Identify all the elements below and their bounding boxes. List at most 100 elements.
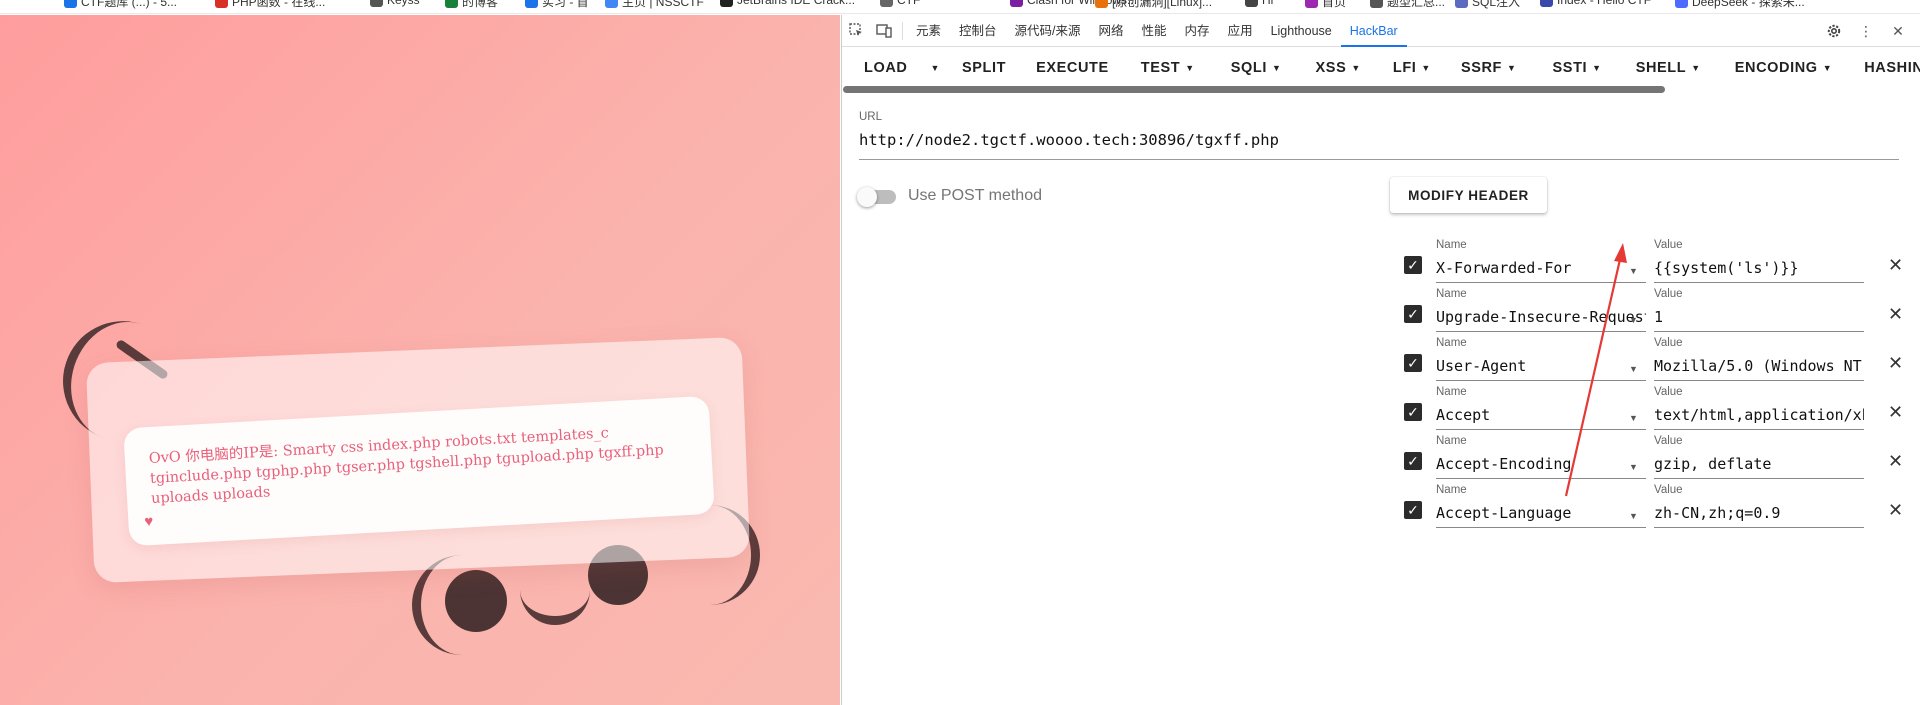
- header-value-input[interactable]: Mozilla/5.0 (Windows NT 10.0; Win64; x64…: [1654, 353, 1864, 381]
- face-mouth: [520, 585, 590, 625]
- bookmark-item[interactable]: CTF题库 (...) - 5...: [64, 0, 177, 10]
- bookmark-item[interactable]: DeepSeek - 探索未...: [1675, 0, 1805, 10]
- header-row: ✓ Name Accept ▼ Value text/html,application/x…: [1398, 384, 1908, 432]
- header-name-dropdown-icon[interactable]: ▼: [1629, 364, 1638, 374]
- remove-header-icon[interactable]: ✕: [1888, 304, 1903, 325]
- remove-header-icon[interactable]: ✕: [1888, 451, 1903, 472]
- header-enabled-checkbox[interactable]: ✓: [1404, 452, 1422, 470]
- header-row: ✓ Name Accept-Language ▼ Value zh-CN,zh;q=0.9…: [1398, 482, 1908, 530]
- header-value-input[interactable]: 1: [1654, 304, 1864, 332]
- devtools-tab[interactable]: 控制台: [950, 15, 1006, 47]
- devtools-tab[interactable]: 网络: [1090, 15, 1133, 47]
- header-name-input[interactable]: Accept-Language: [1436, 500, 1646, 528]
- modify-header-button[interactable]: MODIFY HEADER: [1390, 177, 1547, 213]
- toolbar-item[interactable]: LOAD ▼: [864, 48, 940, 88]
- toolbar-item[interactable]: ENCODING ▼: [1735, 48, 1832, 88]
- toolbar-item[interactable]: LFI ▼: [1393, 48, 1431, 88]
- remove-header-icon[interactable]: ✕: [1888, 255, 1903, 276]
- header-enabled-checkbox[interactable]: ✓: [1404, 403, 1422, 421]
- toolbar-item-label: SSRF: [1460, 60, 1503, 76]
- devtools-tab-bar: 元素 控制台 源代码/来源 网络 性能 内存 应用 Lighthouse HackBar ⋮ ✕: [842, 15, 1920, 47]
- toolbar-scrollbar-thumb[interactable]: [843, 86, 1665, 93]
- header-name-input[interactable]: Accept: [1436, 402, 1646, 430]
- header-name-dropdown-icon[interactable]: ▼: [1629, 511, 1638, 521]
- header-name-dropdown-icon[interactable]: ▼: [1629, 462, 1638, 472]
- header-name-input[interactable]: User-Agent: [1436, 353, 1646, 381]
- bookmark-label: [原创漏洞][Linux]...: [1112, 0, 1213, 9]
- header-value-input[interactable]: zh-CN,zh;q=0.9: [1654, 500, 1864, 528]
- header-enabled-checkbox[interactable]: ✓: [1404, 354, 1422, 372]
- devtools-tab[interactable]: HackBar: [1340, 15, 1407, 47]
- bookmark-favicon-icon: [64, 0, 77, 8]
- remove-header-icon[interactable]: ✕: [1888, 500, 1903, 521]
- header-name-label: Name: [1436, 386, 1467, 398]
- bookmark-item[interactable]: 首页: [1305, 0, 1346, 10]
- more-options-icon[interactable]: ⋮: [1852, 15, 1880, 47]
- header-name-dropdown-icon[interactable]: ▼: [1629, 413, 1638, 423]
- devtools-tab[interactable]: 源代码/来源: [1006, 15, 1090, 47]
- bookmark-item[interactable]: Keyss: [370, 0, 420, 7]
- header-name-dropdown-icon[interactable]: ▼: [1629, 315, 1638, 325]
- header-enabled-checkbox[interactable]: ✓: [1404, 305, 1422, 323]
- header-name-label: Name: [1436, 484, 1467, 496]
- bookmark-label: CTF题库 (...) - 5...: [81, 0, 177, 9]
- header-row: ✓ Name Accept-Encoding ▼ Value gzip, deflate ✕: [1398, 433, 1908, 481]
- header-enabled-checkbox[interactable]: ✓: [1404, 256, 1422, 274]
- bookmark-item[interactable]: PHP函数 - 在线...: [215, 0, 325, 10]
- bookmark-item[interactable]: JetBrains IDE Crack...: [720, 0, 855, 7]
- bookmark-item[interactable]: 的博客: [445, 0, 498, 10]
- dropdown-caret-icon: ▼: [1185, 63, 1195, 73]
- devtools-tab[interactable]: 性能: [1133, 15, 1176, 47]
- bookmark-favicon-icon: [720, 0, 733, 7]
- header-value-label: Value: [1654, 239, 1683, 251]
- header-value-input[interactable]: gzip, deflate: [1654, 451, 1864, 479]
- toolbar-item[interactable]: SSTI ▼: [1553, 48, 1602, 88]
- bookmark-item[interactable]: 题型汇总...: [1370, 0, 1445, 10]
- header-name-input[interactable]: Accept-Encoding: [1436, 451, 1646, 479]
- bookmark-item[interactable]: Index - Hello CTF: [1540, 0, 1651, 7]
- remove-header-icon[interactable]: ✕: [1888, 402, 1903, 423]
- bookmark-favicon-icon: [1095, 0, 1108, 8]
- bookmark-item[interactable]: [原创漏洞][Linux]...: [1095, 0, 1212, 10]
- bookmark-label: 的博客: [462, 0, 499, 9]
- header-name-input[interactable]: X-Forwarded-For: [1436, 255, 1646, 283]
- toolbar-item[interactable]: SSRF ▼: [1461, 48, 1517, 88]
- devtools-tab[interactable]: Lighthouse: [1262, 15, 1341, 47]
- header-row: ✓ Name X-Forwarded-For ▼ Value {{system('ls')…: [1398, 237, 1908, 285]
- bookmark-item[interactable]: 实习 - 首: [525, 0, 589, 10]
- header-value-input[interactable]: {{system('ls')}}: [1654, 255, 1864, 283]
- inspect-element-icon[interactable]: [842, 15, 870, 47]
- post-method-toggle[interactable]: [857, 187, 896, 207]
- bookmark-item[interactable]: CTF: [880, 0, 920, 7]
- bookmark-item[interactable]: SQL注入: [1455, 0, 1520, 10]
- dropdown-caret-icon: ▼: [1822, 63, 1833, 73]
- device-toolbar-icon[interactable]: [870, 15, 898, 47]
- header-name-input[interactable]: Upgrade-Insecure-Requests: [1436, 304, 1646, 332]
- devtools-tab[interactable]: 应用: [1219, 15, 1262, 47]
- toolbar-item[interactable]: SQLI ▼: [1231, 48, 1282, 88]
- toolbar-item[interactable]: XSS ▼: [1316, 48, 1361, 88]
- bookmark-item[interactable]: Hi: [1245, 0, 1273, 7]
- toolbar-item[interactable]: HASHING▼: [1864, 48, 1920, 88]
- bookmark-favicon-icon: [1305, 0, 1318, 8]
- toolbar-item[interactable]: SPLIT: [962, 48, 1006, 88]
- toolbar-item[interactable]: TEST ▼: [1141, 48, 1195, 88]
- bookmark-label: 首页: [1322, 0, 1347, 9]
- toolbar-item[interactable]: EXECUTE: [1036, 48, 1109, 88]
- devtools-tab[interactable]: 内存: [1176, 15, 1219, 47]
- bookmark-label: SQL注入: [1472, 0, 1521, 9]
- header-value-input[interactable]: text/html,application/xhtml+xml: [1654, 402, 1864, 430]
- close-devtools-icon[interactable]: ✕: [1884, 15, 1912, 47]
- devtools-tab[interactable]: 元素: [907, 15, 950, 47]
- toolbar-item-label: SHELL: [1635, 60, 1687, 76]
- bookmark-item[interactable]: 主页 | NSSCTF: [605, 0, 704, 10]
- toolbar-item-label: TEST: [1140, 60, 1181, 76]
- settings-gear-icon[interactable]: [1820, 15, 1848, 47]
- remove-header-icon[interactable]: ✕: [1888, 353, 1903, 374]
- toolbar-item-label: XSS: [1315, 60, 1347, 76]
- toolbar-item[interactable]: SHELL ▼: [1636, 48, 1701, 88]
- header-name-dropdown-icon[interactable]: ▼: [1629, 266, 1638, 276]
- bookmark-label: Keyss: [387, 0, 420, 7]
- header-enabled-checkbox[interactable]: ✓: [1404, 501, 1422, 519]
- url-input[interactable]: http://node2.tgctf.woooo.tech:30896/tgxf…: [859, 131, 1899, 160]
